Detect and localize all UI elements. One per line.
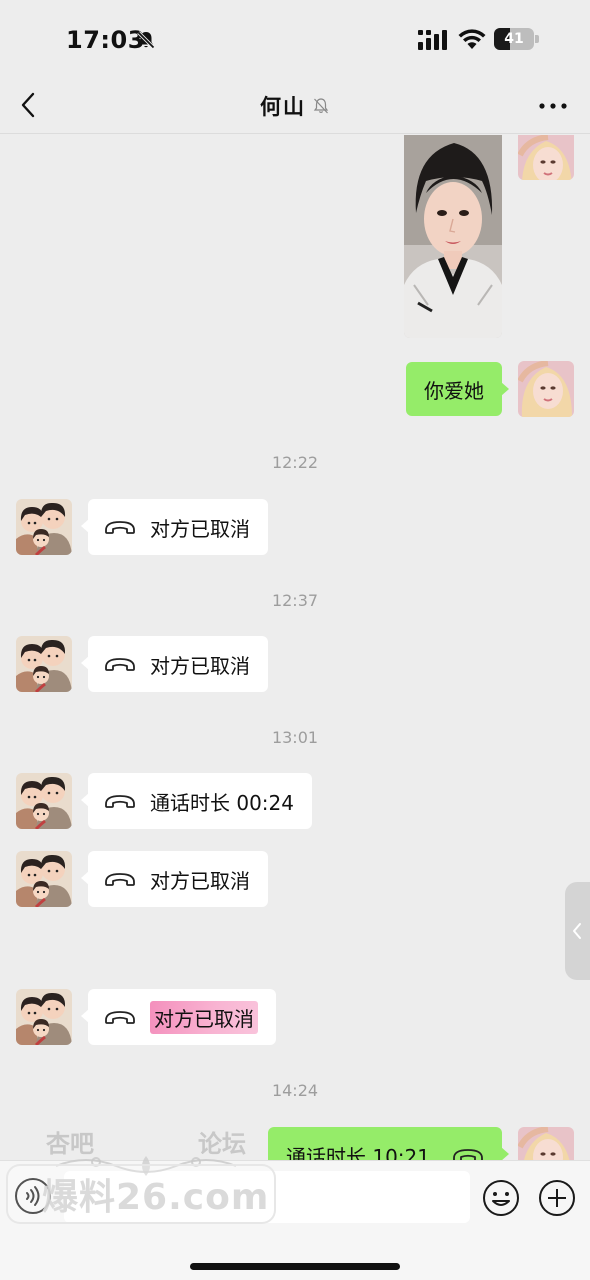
avatar-woman-blonde (518, 135, 574, 180)
call-status-text: 对方已取消 (150, 653, 250, 678)
input-bar (0, 1160, 590, 1280)
avatar-cartoon-family (16, 499, 72, 555)
status-bar: 17:03 41 (0, 0, 590, 78)
contact-avatar[interactable] (16, 773, 72, 829)
timestamp: 12:22 (271, 453, 319, 472)
image-message[interactable] (404, 135, 502, 338)
call-status-text-highlighted: 对方已取消 (150, 1000, 258, 1034)
phone-call-icon (453, 1149, 483, 1160)
call-record-bubble[interactable]: 对方已取消 (81, 851, 268, 907)
status-time: 17:03 (66, 26, 145, 54)
emoji-icon[interactable] (482, 1179, 520, 1217)
message-input[interactable] (64, 1171, 470, 1223)
avatar-woman-blonde (518, 1127, 574, 1160)
more-dots-icon[interactable] (538, 94, 568, 118)
contact-avatar[interactable] (16, 851, 72, 907)
contact-avatar[interactable] (16, 989, 72, 1045)
call-record-bubble[interactable]: 对方已取消 (81, 989, 276, 1045)
battery-icon: 41 (494, 28, 540, 50)
avatar-cartoon-family (16, 773, 72, 829)
wifi-icon (458, 29, 486, 49)
chat-header: 何山 (0, 78, 590, 134)
message-text: 你爱她 (424, 378, 484, 403)
my-avatar[interactable] (518, 1127, 574, 1160)
avatar-cartoon-family (16, 636, 72, 692)
timestamp: 13:01 (271, 728, 319, 747)
message-list[interactable]: 你爱她 12:22 对方已取消 12:37 对方已取消 13:01 通话时长 0… (0, 135, 590, 1160)
avatar-cartoon-family (16, 851, 72, 907)
call-status-text: 对方已取消 (150, 516, 250, 541)
avatar-cartoon-family (16, 989, 72, 1045)
my-avatar[interactable] (518, 361, 574, 417)
avatar-woman-blonde (518, 361, 574, 417)
call-duration-text: 通话时长 10:21 (286, 1144, 430, 1161)
chat-title[interactable]: 何山 (260, 91, 306, 121)
call-status-text: 对方已取消 (150, 868, 250, 893)
my-text-bubble[interactable]: 你爱她 (406, 362, 509, 416)
plus-icon[interactable] (538, 1179, 576, 1217)
call-cancelled-icon (105, 873, 135, 886)
voice-icon[interactable] (14, 1177, 52, 1215)
bell-slash-icon (137, 31, 155, 49)
my-call-record-bubble[interactable]: 通话时长 10:21 (268, 1127, 509, 1161)
call-record-bubble[interactable]: 通话时长 00:24 (81, 773, 312, 829)
contact-avatar[interactable] (16, 636, 72, 692)
phone-call-icon (105, 795, 135, 808)
call-cancelled-icon (105, 521, 135, 534)
my-avatar[interactable] (518, 135, 574, 180)
call-cancelled-icon (105, 1011, 135, 1024)
chat-title-group: 何山 (0, 78, 590, 134)
signal-icon (418, 30, 447, 50)
timestamp: 12:37 (271, 591, 319, 610)
call-cancelled-icon (105, 658, 135, 671)
call-duration-text: 通话时长 00:24 (150, 790, 294, 815)
chevron-left-icon (573, 923, 581, 939)
call-record-bubble[interactable]: 对方已取消 (81, 636, 268, 692)
call-record-bubble[interactable]: 对方已取消 (81, 499, 268, 555)
contact-avatar[interactable] (16, 499, 72, 555)
battery-level: 41 (504, 31, 524, 47)
bell-slash-icon (313, 98, 329, 114)
timestamp: 14:24 (271, 1081, 319, 1100)
photo-woman-white-jacket (404, 135, 502, 338)
home-indicator[interactable] (190, 1263, 400, 1270)
side-panel-handle[interactable] (565, 882, 590, 980)
